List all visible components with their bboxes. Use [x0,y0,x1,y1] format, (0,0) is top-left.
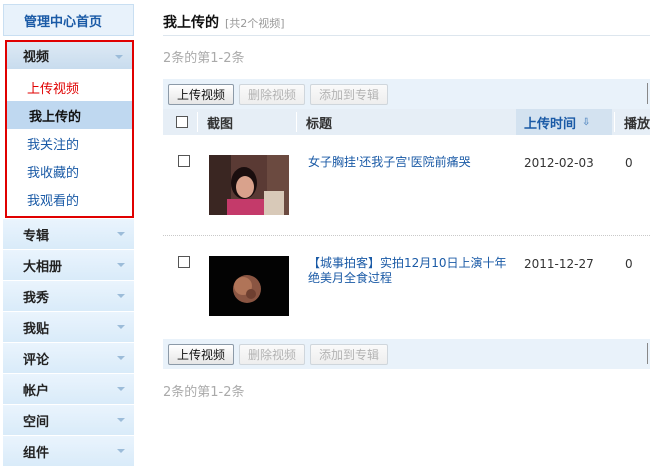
upload-date: 2011-12-27 [524,257,594,271]
sidebar-section-show[interactable]: 我秀 [3,281,134,312]
sidebar-section-label: 专辑 [23,228,50,244]
upload-video-button[interactable]: 上传视频 [168,343,235,365]
sidebar-section-posts[interactable]: 我贴 [3,312,134,343]
column-separator [296,112,297,132]
row-checkbox[interactable] [178,155,190,167]
column-plays[interactable]: 播放 [624,109,650,135]
sidebar-item-favorites[interactable]: 我收藏的 [7,157,132,185]
play-count: 0 [625,257,633,271]
chevron-down-icon [117,449,125,453]
sidebar-section-label: 组件 [23,445,50,461]
sidebar-section-account[interactable]: 帐户 [3,374,134,405]
play-count: 0 [625,156,633,170]
column-title[interactable]: 标题 [306,109,332,135]
column-separator [197,112,198,132]
thumbnail-image [209,256,289,316]
sidebar-section-label: 空间 [23,414,50,430]
sidebar-item-my-uploads[interactable]: 我上传的 [7,101,132,129]
video-thumbnail[interactable] [209,155,289,215]
column-separator [614,112,615,132]
chevron-down-icon [117,418,125,422]
divider [163,35,650,36]
sidebar-section-photos[interactable]: 大相册 [3,250,134,281]
upload-video-button[interactable]: 上传视频 [168,83,235,105]
video-title-link[interactable]: 女子胸挂'还我子宫'医院前痛哭 [308,155,513,170]
table-row: 女子胸挂'还我子宫'医院前痛哭 2012-02-03 0 [163,155,650,255]
column-upload-time[interactable]: 上传时间 ⇩ [516,109,612,135]
sort-down-icon: ⇩ [582,116,591,128]
sidebar-item-following[interactable]: 我关注的 [7,129,132,157]
page-title: 我上传的 [共2个视频] [163,12,285,32]
thumbnail-image [209,155,289,215]
sidebar-section-comments[interactable]: 评论 [3,343,134,374]
toolbar-top: 上传视频 删除视频 添加到专辑 [163,79,650,109]
sidebar-section-space[interactable]: 空间 [3,405,134,436]
page-title-text: 我上传的 [163,15,219,31]
sidebar-section-label: 我贴 [23,321,50,337]
pager-summary-top: 2条的第1-2条 [163,51,245,66]
select-all-cell [176,109,188,135]
add-to-album-button[interactable]: 添加到专辑 [310,343,389,365]
video-title-link[interactable]: 【城事拍客】实拍12月10日上演十年绝美月全食过程 [308,256,513,286]
row-divider [163,235,650,236]
sidebar-section-label: 帐户 [23,383,50,399]
sidebar-section-label: 我秀 [23,290,50,306]
chevron-down-icon [117,325,125,329]
add-to-album-button[interactable]: 添加到专辑 [310,83,389,105]
chevron-down-icon [117,294,125,298]
toolbar-bottom: 上传视频 删除视频 添加到专辑 [163,339,650,369]
upload-date: 2012-02-03 [524,156,594,170]
sidebar-section-video[interactable]: 视频 [7,42,132,70]
chevron-down-icon [117,356,125,360]
video-count: [共2个视频] [225,17,285,30]
column-thumbnail: 截图 [207,116,234,132]
video-section-highlight: 视频 上传视频 我上传的 我关注的 我收藏的 我观看的 [5,40,134,218]
chevron-down-icon [117,387,125,391]
chevron-down-icon [115,55,123,59]
sidebar: 管理中心首页 视频 上传视频 我上传的 我关注的 我收藏的 我观看的 专辑 大相… [3,4,134,467]
sidebar-item-upload-video[interactable]: 上传视频 [7,73,132,101]
sidebar-section-album[interactable]: 专辑 [3,219,134,250]
delete-video-button[interactable]: 删除视频 [239,83,306,105]
sidebar-section-widgets[interactable]: 组件 [3,436,134,467]
table-header: 截图 标题 上传时间 ⇩ 播放 [163,109,650,135]
sidebar-section-label: 评论 [23,352,50,368]
sidebar-item-watched[interactable]: 我观看的 [7,185,132,213]
chevron-down-icon [117,263,125,267]
delete-video-button[interactable]: 删除视频 [239,343,306,365]
row-checkbox[interactable] [178,256,190,268]
chevron-down-icon [117,232,125,236]
sidebar-home-link[interactable]: 管理中心首页 [3,4,134,36]
pager-summary-bottom: 2条的第1-2条 [163,385,245,400]
select-all-checkbox[interactable] [176,116,188,128]
sidebar-section-label: 大相册 [23,259,63,275]
column-upload-time-label: 上传时间 [524,116,577,132]
main-content: 我上传的 [共2个视频] 2条的第1-2条 上传视频 删除视频 添加到专辑 截图 … [163,0,650,467]
sidebar-section-label: 视频 [23,50,50,65]
video-thumbnail[interactable] [209,256,289,316]
